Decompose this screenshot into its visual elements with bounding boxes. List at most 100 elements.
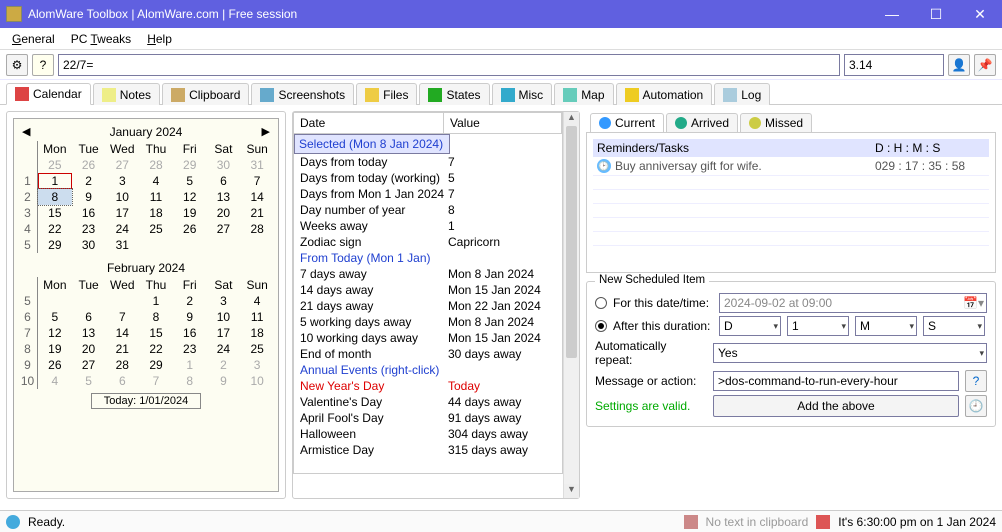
cal-day[interactable]: 13 — [72, 325, 106, 341]
cal-day[interactable]: 20 — [72, 341, 106, 357]
cal-day[interactable]: 27 — [72, 357, 106, 373]
cal-day[interactable]: 14 — [105, 325, 139, 341]
cal-day[interactable]: 4 — [38, 373, 72, 389]
cal-day[interactable]: 2 — [207, 357, 241, 373]
cal-day[interactable]: 12 — [173, 189, 207, 205]
search-input[interactable] — [58, 54, 840, 76]
cal-day[interactable]: 9 — [173, 309, 207, 325]
subtab-current[interactable]: Current — [590, 113, 664, 132]
cal-day[interactable]: 26 — [72, 157, 106, 173]
cal-day[interactable]: 4 — [139, 173, 173, 189]
cal-day[interactable]: 1 — [139, 293, 173, 309]
cal-day[interactable] — [240, 237, 274, 253]
cal-day[interactable]: 13 — [207, 189, 241, 205]
cal-day[interactable]: 2 — [72, 173, 106, 189]
dv-row[interactable]: Halloween304 days away — [294, 426, 562, 442]
minimize-button[interactable]: — — [870, 0, 914, 28]
cal-day[interactable]: 21 — [240, 205, 274, 221]
cal-day[interactable] — [139, 237, 173, 253]
cal-day[interactable]: 29 — [173, 157, 207, 173]
cal-day[interactable]: 23 — [72, 221, 106, 237]
cal-day[interactable]: 4 — [240, 293, 274, 309]
cal-day[interactable]: 10 — [105, 189, 139, 205]
cal-day[interactable]: 22 — [38, 221, 72, 237]
cal-day[interactable]: 25 — [139, 221, 173, 237]
cal-day[interactable]: 28 — [105, 357, 139, 373]
cal-day[interactable]: 26 — [38, 357, 72, 373]
menu-general[interactable]: General — [4, 32, 63, 46]
dv-row[interactable]: April Fool's Day91 days away — [294, 410, 562, 426]
cal-day[interactable]: 3 — [105, 173, 139, 189]
menu-pc-tweaks[interactable]: PC Tweaks — [63, 32, 139, 46]
cal-day[interactable]: 30 — [207, 157, 241, 173]
cal-day[interactable]: 9 — [207, 373, 241, 389]
dv-row[interactable]: Day number of year8 — [294, 202, 562, 218]
cal-day[interactable]: 31 — [105, 237, 139, 253]
cal-day[interactable]: 18 — [139, 205, 173, 221]
clock-icon[interactable]: 🕘 — [965, 395, 987, 417]
duration-d-select[interactable]: D▾ — [719, 316, 781, 336]
tab-map[interactable]: Map — [554, 83, 613, 105]
tab-calendar[interactable]: Calendar — [6, 83, 91, 105]
scroll-thumb[interactable] — [566, 126, 577, 358]
cal-day[interactable]: 5 — [72, 373, 106, 389]
rem-col-time[interactable]: D : H : M : S — [875, 141, 985, 155]
tab-clipboard[interactable]: Clipboard — [162, 83, 249, 105]
cal-day[interactable]: 6 — [105, 373, 139, 389]
today-button[interactable]: Today: 1/01/2024 — [91, 393, 201, 409]
cal-day[interactable] — [173, 237, 207, 253]
cal-day[interactable]: 3 — [240, 357, 274, 373]
add-button[interactable]: Add the above — [713, 395, 959, 417]
cal-day[interactable]: 8 — [173, 373, 207, 389]
dv-row[interactable]: Valentine's Day44 days away — [294, 394, 562, 410]
dv-row[interactable]: From Today (Mon 1 Jan) — [294, 250, 562, 266]
cal-day[interactable]: 2 — [173, 293, 207, 309]
cal-day[interactable]: 1 — [173, 357, 207, 373]
cal-day[interactable]: 30 — [72, 237, 106, 253]
cal-day[interactable]: 6 — [72, 309, 106, 325]
cal-day[interactable] — [72, 293, 106, 309]
cal-day[interactable]: 15 — [38, 205, 72, 221]
dv-row[interactable]: 10 working days awayMon 15 Jan 2024 — [294, 330, 562, 346]
cal-day[interactable]: 8 — [139, 309, 173, 325]
cal-day[interactable]: 10 — [207, 309, 241, 325]
cal-day[interactable]: 18 — [240, 325, 274, 341]
cal-day[interactable]: 31 — [240, 157, 274, 173]
dv-row[interactable]: Days from today7 — [294, 154, 562, 170]
cal-day[interactable]: 27 — [207, 221, 241, 237]
dv-row[interactable]: 7 days awayMon 8 Jan 2024 — [294, 266, 562, 282]
cal-day[interactable]: 16 — [72, 205, 106, 221]
cal-day[interactable]: 7 — [240, 173, 274, 189]
tab-states[interactable]: States — [419, 83, 489, 105]
dv-row[interactable]: Zodiac signCapricorn — [294, 234, 562, 250]
cal-next-icon[interactable]: ▶ — [262, 125, 270, 138]
tab-misc[interactable]: Misc — [492, 83, 553, 105]
cal2-grid[interactable]: MonTueWedThuFriSatSun5123465678910117121… — [18, 277, 274, 389]
reminder-row[interactable]: 🕑Buy anniversay gift for wife.029 : 17 :… — [593, 157, 989, 176]
dv-row[interactable]: End of month30 days away — [294, 346, 562, 362]
help-icon[interactable]: ? — [32, 54, 54, 76]
cal-day[interactable]: 9 — [72, 189, 106, 205]
cal-day[interactable] — [207, 237, 241, 253]
cal1-grid[interactable]: MonTueWedThuFriSatSun2526272829303111234… — [18, 141, 274, 253]
cal-day[interactable]: 11 — [240, 309, 274, 325]
dv-row[interactable]: Annual Events (right-click) — [294, 362, 562, 378]
dv-row[interactable]: Weeks away1 — [294, 218, 562, 234]
cal-prev-icon[interactable]: ◀ — [22, 125, 30, 138]
subtab-missed[interactable]: Missed — [740, 113, 812, 132]
cal-day[interactable]: 19 — [173, 205, 207, 221]
scroll-up-icon[interactable]: ▲ — [564, 112, 579, 126]
radio-after-duration[interactable] — [595, 320, 607, 332]
tab-log[interactable]: Log — [714, 83, 770, 105]
cal-day[interactable]: 20 — [207, 205, 241, 221]
cal-day[interactable]: 19 — [38, 341, 72, 357]
cal-day[interactable]: 25 — [38, 157, 72, 173]
cal-day[interactable]: 7 — [139, 373, 173, 389]
radio-for-date[interactable] — [595, 297, 607, 309]
scroll-down-icon[interactable]: ▼ — [564, 484, 579, 498]
tab-notes[interactable]: Notes — [93, 83, 160, 105]
cal-day[interactable]: 17 — [207, 325, 241, 341]
user-icon[interactable]: 👤 — [948, 54, 970, 76]
cal-day[interactable]: 14 — [240, 189, 274, 205]
dv-row[interactable]: 5 working days awayMon 8 Jan 2024 — [294, 314, 562, 330]
